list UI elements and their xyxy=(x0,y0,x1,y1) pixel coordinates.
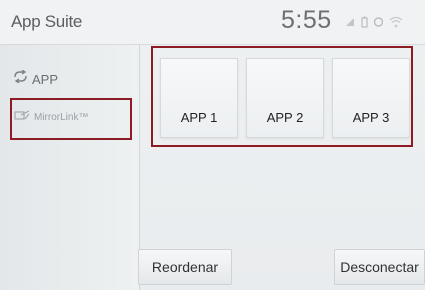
bluetooth-icon xyxy=(373,16,384,32)
battery-icon xyxy=(361,16,368,32)
highlight-frame-mirrorlink xyxy=(10,98,132,140)
status-icons xyxy=(345,16,403,32)
clock: 5:55 xyxy=(281,6,332,34)
disconnect-button[interactable]: Desconectar xyxy=(334,249,425,285)
sidebar-item-label: APP xyxy=(32,71,59,87)
highlight-frame-app-tiles xyxy=(151,46,413,147)
wifi-icon xyxy=(389,16,403,32)
page-title: App Suite xyxy=(11,12,83,31)
app-link-icon xyxy=(13,69,28,88)
reorder-button[interactable]: Reordenar xyxy=(138,249,232,285)
header-bar: App Suite 5:55 xyxy=(0,0,425,45)
signal-icon xyxy=(345,17,355,31)
app-suite-screen: App Suite 5:55 APP MirrorLink™ APP 1 APP… xyxy=(0,0,425,290)
sidebar-item-app[interactable]: APP xyxy=(13,69,59,88)
